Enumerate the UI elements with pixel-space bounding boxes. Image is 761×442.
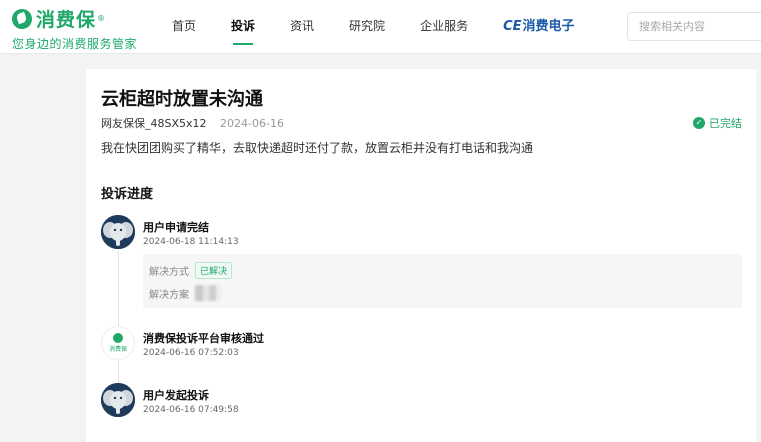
- status-badge: ✓ 已完结: [693, 115, 742, 131]
- step-time: 2024-06-16 07:52:03: [143, 348, 239, 358]
- site-logo[interactable]: 消费保 ® 您身边的消费服务管家: [12, 5, 137, 52]
- nav-consumer-electronics[interactable]: CE 消费电子: [503, 0, 574, 54]
- nav-news[interactable]: 资讯: [290, 0, 314, 54]
- resolution-method-row: 解决方式 已解决: [149, 262, 233, 279]
- progress-heading: 投诉进度: [101, 187, 154, 202]
- nav-home[interactable]: 首页: [172, 0, 196, 54]
- search-input[interactable]: [628, 13, 761, 40]
- step-title: 用户申请完结: [143, 221, 209, 234]
- nav-research[interactable]: 研究院: [349, 0, 385, 54]
- status-label: 已完结: [709, 117, 742, 130]
- avatar-logo-text: 消费保: [108, 346, 127, 353]
- logo-slogan: 您身边的消费服务管家: [12, 37, 138, 51]
- complaint-meta: 网友保保_48SX5x12 2024-06-16: [101, 115, 284, 131]
- registered-mark: ®: [97, 14, 106, 23]
- xiaofeibao-logo-avatar: 消费保: [101, 326, 135, 360]
- brand-ce-logo: CE: [503, 19, 522, 34]
- nav-enterprise[interactable]: 企业服务: [420, 0, 468, 54]
- resolution-box: 解决方式 已解决 解决方案: [143, 254, 742, 308]
- top-header: 消费保 ® 您身边的消费服务管家 首页 投诉 资讯 研究院 企业服务 CE 消费…: [0, 0, 761, 54]
- logo-text: 消费保: [36, 9, 97, 31]
- resolution-plan-label: 解决方案: [149, 289, 189, 301]
- step-time: 2024-06-18 11:14:13: [143, 237, 239, 247]
- complaint-content: 我在快团团购买了精华，去取快递超时还付了款，放置云柜并没有打电话和我沟通: [101, 141, 534, 155]
- blurred-plan-content: [195, 285, 221, 301]
- resolution-method-label: 解决方式: [149, 267, 189, 278]
- complaint-date: 2024-06-16: [220, 117, 284, 130]
- main-nav: 首页 投诉 资讯 研究院 企业服务 CE 消费电子: [172, 0, 610, 54]
- search-box: [627, 12, 761, 41]
- nav-complaints[interactable]: 投诉: [231, 0, 255, 54]
- leaf-logo-icon: [113, 333, 123, 343]
- check-circle-icon: ✓: [693, 117, 705, 129]
- leaf-logo-icon: [12, 8, 32, 29]
- complaint-card: 云柜超时放置未沟通 网友保保_48SX5x12 2024-06-16 ✓ 已完结…: [86, 69, 756, 442]
- brand-cn-label: 消费电子: [522, 19, 575, 34]
- elephant-avatar: [101, 215, 135, 249]
- complaint-user: 网友保保_48SX5x12: [101, 117, 207, 130]
- step-title: 消费保投诉平台审核通过: [143, 332, 264, 345]
- elephant-avatar: [101, 383, 135, 417]
- resolved-tag: 已解决: [195, 262, 233, 279]
- resolution-plan-row: 解决方案: [149, 285, 221, 301]
- complaint-title: 云柜超时放置未沟通: [101, 89, 263, 110]
- step-time: 2024-06-16 07:49:58: [143, 405, 239, 415]
- timeline-line: [118, 251, 119, 387]
- step-title: 用户发起投诉: [143, 389, 209, 402]
